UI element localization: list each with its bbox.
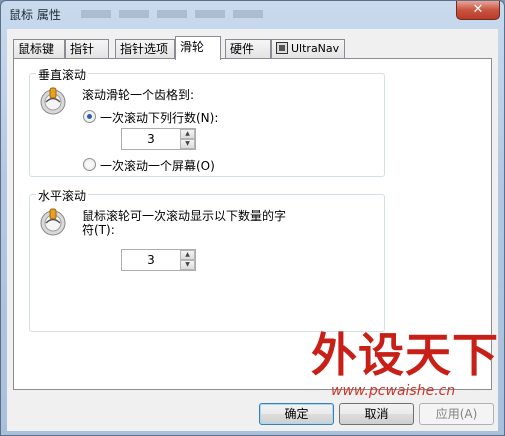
- tab-label: 鼠标键: [18, 42, 55, 56]
- spin-up-icon[interactable]: ▲: [180, 129, 195, 139]
- lines-spinner[interactable]: 3 ▲ ▼: [121, 128, 196, 150]
- spin-down-icon[interactable]: ▼: [180, 139, 195, 149]
- vertical-scroll-prompt: 滚动滑轮一个齿格到:: [82, 88, 195, 102]
- blurred-background-menu: [81, 10, 271, 18]
- tab-hardware[interactable]: 硬件: [225, 39, 271, 59]
- vertical-scroll-title: 垂直滚动: [36, 66, 89, 83]
- tab-pointers[interactable]: 指针: [65, 39, 109, 59]
- tab-wheel[interactable]: 滑轮: [175, 36, 221, 60]
- horizontal-scroll-group: 水平滚动 鼠标滚轮可一次滚动显示以下数量的字 符(T): 3 ▲ ▼: [29, 187, 385, 332]
- tab-label: 指针选项: [120, 42, 169, 56]
- spinner-arrows: ▲ ▼: [180, 250, 195, 270]
- tab-pointer-options[interactable]: 指针选项: [115, 39, 175, 59]
- tab-buttons[interactable]: 鼠标键: [13, 39, 65, 59]
- mouse-properties-window: 鼠标 属性 ✕ 鼠标键 指针 指针选项 滑轮 硬件 UltraNav 垂直滚动: [0, 0, 505, 436]
- tab-ultranav[interactable]: UltraNav: [271, 39, 345, 59]
- screen-radio[interactable]: [83, 158, 96, 171]
- screen-radio-label[interactable]: 一次滚动一个屏幕(O): [100, 157, 215, 174]
- watermark-logo: 外设天下 www.pcwaishe.cn: [301, 319, 499, 419]
- horizontal-scroll-prompt-line2: 符(T):: [82, 223, 115, 237]
- close-button[interactable]: ✕: [456, 1, 500, 20]
- tab-label: 硬件: [230, 42, 255, 56]
- lines-radio[interactable]: [83, 110, 96, 123]
- chars-spinner[interactable]: 3 ▲ ▼: [121, 249, 196, 271]
- vertical-scroll-group: 垂直滚动 滚动滑轮一个齿格到: 一次滚动下列行数(N): 3 ▲ ▼ 一次滚动一…: [29, 66, 385, 177]
- horizontal-scroll-title: 水平滚动: [36, 187, 89, 204]
- window-title: 鼠标 属性: [9, 8, 61, 22]
- spin-down-icon[interactable]: ▼: [180, 260, 195, 270]
- watermark-brand: 外设天下: [311, 328, 499, 382]
- chars-value[interactable]: 3: [122, 250, 180, 270]
- spin-up-icon[interactable]: ▲: [180, 250, 195, 260]
- title-bar[interactable]: 鼠标 属性 ✕: [1, 1, 504, 27]
- watermark-url: www.pcwaishe.cn: [331, 383, 456, 399]
- tab-label: 指针: [70, 42, 95, 56]
- ultranav-icon: [276, 42, 288, 54]
- spinner-arrows: ▲ ▼: [180, 129, 195, 149]
- close-icon: ✕: [472, 2, 484, 17]
- tab-label: 滑轮: [180, 40, 205, 54]
- lines-value[interactable]: 3: [122, 129, 180, 149]
- mouse-wheel-icon: [40, 87, 66, 115]
- tab-label: UltraNav: [291, 42, 340, 55]
- mouse-wheel-icon: [40, 208, 66, 236]
- lines-radio-label[interactable]: 一次滚动下列行数(N):: [100, 109, 218, 126]
